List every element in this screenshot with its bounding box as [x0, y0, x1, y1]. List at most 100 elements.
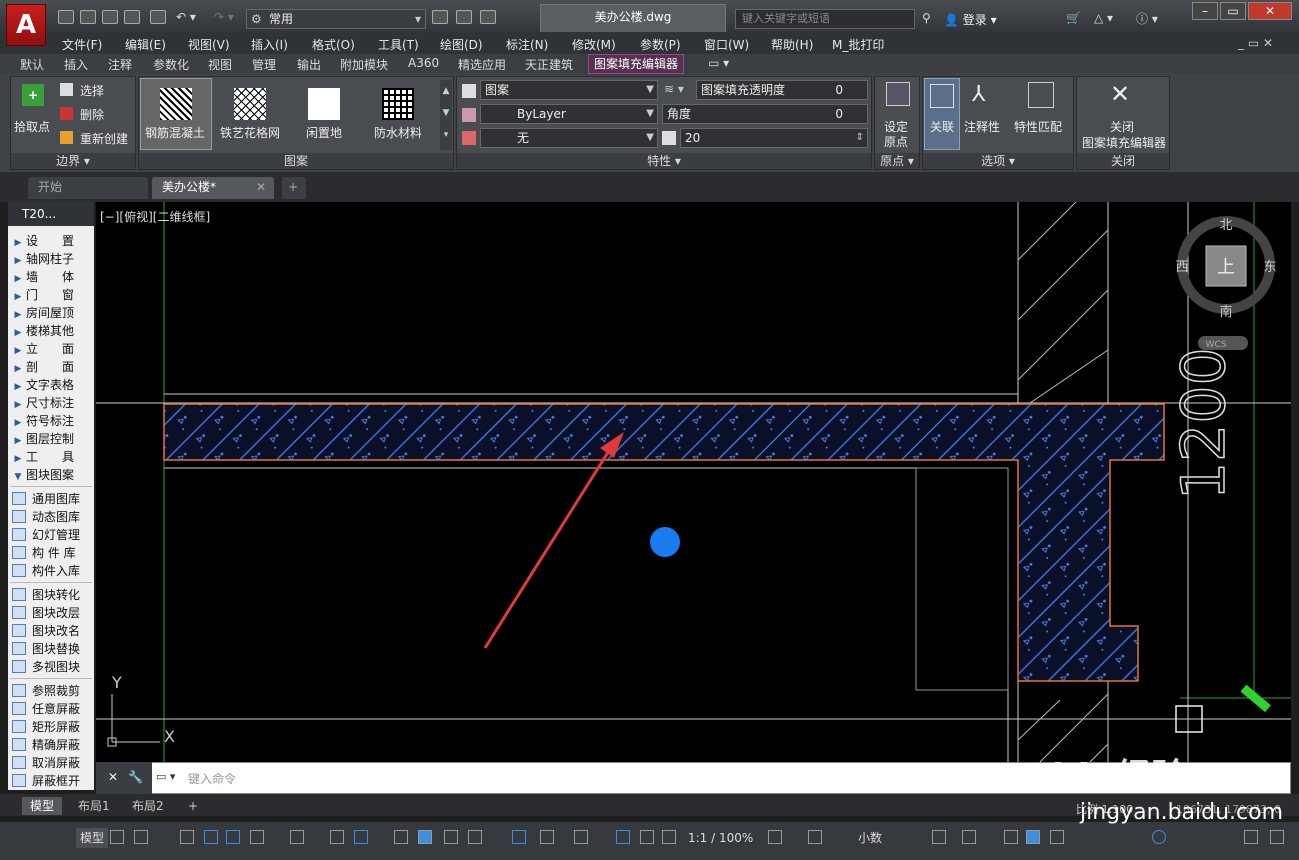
annotation-scale-icon[interactable] [662, 830, 676, 844]
command-input[interactable]: 键入命令 [188, 770, 236, 787]
close-button[interactable]: ✕ [1248, 2, 1292, 20]
menu-tools[interactable]: 工具(T) [378, 36, 419, 53]
dyn-icon[interactable] [354, 830, 368, 844]
menu-batch-plot[interactable]: M_批打印 [832, 36, 884, 53]
tab-default[interactable]: 默认 [20, 56, 44, 73]
model-space-button[interactable]: 模型 [76, 828, 109, 848]
palette-item-tool2-2[interactable]: 图块改名 [10, 622, 92, 640]
snap-icon[interactable] [134, 830, 148, 844]
tab-output[interactable]: 输出 [297, 56, 321, 73]
dynamic-ucs-icon[interactable] [512, 830, 526, 844]
plus-icon[interactable] [808, 830, 822, 844]
tab-hatch-editor[interactable]: 图案填充编辑器 [588, 54, 684, 74]
annotative-label[interactable]: 注释性 [964, 118, 1000, 135]
palette-item-tool1-1[interactable]: 动态图库 [10, 508, 92, 526]
undo-icon[interactable]: ↶ ▾ [176, 10, 196, 24]
viewcube-north[interactable]: 北 [1219, 218, 1232, 233]
set-origin-icon[interactable] [886, 82, 910, 106]
tab-layout1[interactable]: 布局1 [70, 797, 118, 815]
palette-item-menu-6[interactable]: ▶ 立 面 [10, 340, 92, 358]
match-properties-icon[interactable] [1028, 82, 1054, 108]
menu-file[interactable]: 文件(F) [62, 36, 102, 53]
quick-properties-icon[interactable] [932, 830, 946, 844]
menu-draw[interactable]: 绘图(D) [440, 36, 483, 53]
pattern-grid-label[interactable]: 铁艺花格网 [220, 124, 280, 141]
associative-label[interactable]: 关联 [930, 118, 954, 135]
palette-item-menu-1[interactable]: ▶ 轴网柱子 [10, 250, 92, 268]
palette-item-tool1-3[interactable]: 构 件 库 [10, 544, 92, 562]
print-icon[interactable] [150, 10, 166, 24]
palette-item-menu-8[interactable]: ▶ 文字表格 [10, 376, 92, 394]
pattern-scroll[interactable]: ▲ ▼ ▾ [440, 80, 452, 150]
hardware-accel-icon[interactable] [1026, 830, 1040, 844]
otrack-icon[interactable] [290, 830, 304, 844]
gizmo-icon[interactable] [574, 830, 588, 844]
tab-tianzheng[interactable]: 天正建筑 [525, 56, 573, 73]
pattern-waterproof-label[interactable]: 防水材料 [374, 124, 422, 141]
menu-edit[interactable]: 编辑(E) [125, 36, 166, 53]
pattern-vacant-label[interactable]: 闲置地 [306, 124, 342, 141]
palette-item-tool2-3[interactable]: 图块替换 [10, 640, 92, 658]
palette-item-menu-2[interactable]: ▶ 墙 体 [10, 268, 92, 286]
drawing-viewport[interactable]: 1200 上 北 南 东 西 WCS Y X [96, 202, 1291, 762]
save-icon[interactable] [102, 10, 118, 24]
spinner-icon[interactable]: ⇕ [856, 129, 864, 147]
palette-item-menu-9[interactable]: ▶ 尺寸标注 [10, 394, 92, 412]
pick-points-icon[interactable]: + [22, 84, 44, 106]
menu-view[interactable]: 视图(V) [188, 36, 230, 53]
menu-format[interactable]: 格式(O) [312, 36, 355, 53]
palette-item-menu-0[interactable]: ▶ 设 置 [10, 232, 92, 250]
command-prompt-icon[interactable]: ▭ ▾ [156, 770, 175, 783]
selection-cycling-icon[interactable] [444, 830, 458, 844]
fullscreen-icon[interactable] [1244, 830, 1258, 844]
wrench-icon[interactable]: 🔧 [128, 770, 143, 784]
tab-manage[interactable]: 管理 [252, 56, 276, 73]
search-input[interactable]: 键入关键字或短语 [735, 9, 915, 29]
tab-featured[interactable]: 精选应用 [458, 56, 506, 73]
panel-boundary-title[interactable]: 边界 ▾ [11, 153, 135, 169]
pattern-concrete-icon[interactable] [160, 88, 192, 120]
palette-item-tool1-4[interactable]: 构件入库 [10, 562, 92, 580]
ducs-icon[interactable] [330, 830, 344, 844]
add-layout-button[interactable]: + [180, 797, 206, 815]
workspace-gear-icon[interactable] [768, 830, 782, 844]
customize-icon[interactable] [1152, 830, 1166, 844]
select-label[interactable]: 选择 [80, 82, 104, 99]
viewcube-south[interactable]: 南 [1219, 304, 1232, 320]
auto-scale-icon[interactable] [640, 830, 654, 844]
menu-icon[interactable] [1270, 830, 1284, 844]
login-button[interactable]: 👤 登录 ▾ [944, 11, 997, 28]
polar-icon[interactable] [204, 830, 218, 844]
menu-help[interactable]: 帮助(H) [771, 36, 813, 53]
annotation-scale-select[interactable]: 1:1 / 100% [688, 828, 753, 848]
pattern-grid-icon[interactable] [234, 88, 266, 120]
palette-item-tool3-0[interactable]: 参照裁剪 [10, 682, 92, 700]
tab-layout2[interactable]: 布局2 [124, 797, 172, 815]
palette-item-tool2-4[interactable]: 多视图块 [10, 658, 92, 676]
tab-parametric[interactable]: 参数化 [153, 56, 189, 73]
binoculars-icon[interactable]: ⚲ [922, 11, 931, 25]
palette-item-tool3-5[interactable]: 屏蔽框开 [10, 772, 92, 790]
lineweight-icon[interactable] [394, 830, 408, 844]
open-file-icon[interactable] [80, 10, 96, 24]
tab-insert[interactable]: 插入 [64, 56, 88, 73]
recreate-label[interactable]: 重新创建 [80, 130, 128, 147]
panel-origin-title[interactable]: 原点 ▾ [875, 153, 919, 169]
new-tab-button[interactable]: + [282, 177, 306, 199]
app-menu-button[interactable]: A [6, 4, 46, 46]
transparency-icon[interactable] [418, 830, 432, 844]
recreate-icon[interactable] [60, 131, 73, 144]
lock-ui-icon[interactable] [962, 830, 976, 844]
palette-item-tool1-0[interactable]: 通用图库 [10, 490, 92, 508]
transparency-icon[interactable]: ≋ ▾ [664, 82, 684, 96]
palette-item-menu-4[interactable]: ▶ 房间屋顶 [10, 304, 92, 322]
select-icon[interactable] [60, 83, 73, 96]
menu-window[interactable]: 窗口(W) [704, 36, 749, 53]
palette-item-tool3-4[interactable]: 取消屏蔽 [10, 754, 92, 772]
ribbon-toggle-icon[interactable]: ▭ ▾ [708, 56, 729, 70]
palette-item-tool2-0[interactable]: 图块转化 [10, 586, 92, 604]
palette-item-menu-11[interactable]: ▶ 图层控制 [10, 430, 92, 448]
set-origin-label-2[interactable]: 原点 [884, 133, 908, 150]
tab-start[interactable]: 开始 [28, 177, 148, 199]
3d-osnap-icon[interactable] [468, 830, 482, 844]
